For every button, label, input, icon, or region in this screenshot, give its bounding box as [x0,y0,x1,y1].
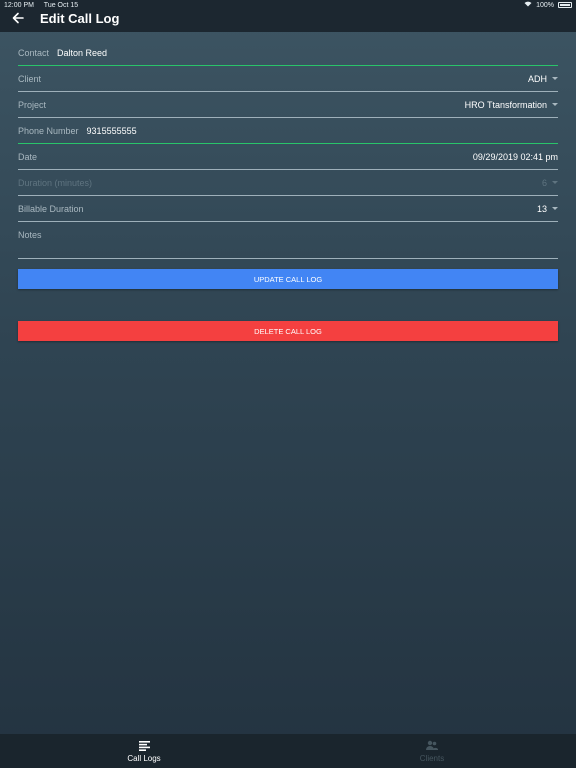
date-label: Date [18,151,38,162]
status-time: 12:00 PM [4,1,34,9]
billable-duration-label: Billable Duration [18,203,84,214]
tab-call-logs[interactable]: Call Logs [0,734,288,768]
list-icon [138,740,150,752]
chevron-down-icon [552,181,558,184]
billable-duration-select[interactable]: Billable Duration 13 [18,196,558,222]
phone-value[interactable]: 9315555555 [87,126,137,136]
battery-percent: 100% [536,1,554,9]
date-value[interactable]: 09/29/2019 02:41 pm [473,152,558,162]
update-call-log-button[interactable]: UPDATE CALL LOG [18,269,558,289]
page-title: Edit Call Log [40,10,120,26]
status-date: Tue Oct 15 [43,1,79,9]
billable-duration-value: 13 [536,203,547,214]
client-value: ADH [527,73,547,84]
project-value-wrap[interactable]: HRO Ttansformation [465,100,558,110]
tab-clients-label: Clients [419,753,445,763]
contact-value[interactable]: Dalton Reed [57,48,107,58]
chevron-down-icon [552,207,558,210]
clients-icon [426,740,438,752]
arrow-left-icon[interactable] [8,8,28,28]
contact-field[interactable]: Contact Dalton Reed [18,40,558,66]
tab-call-logs-label: Call Logs [127,753,161,763]
client-label: Client [18,73,42,84]
tab-clients[interactable]: Clients [288,734,576,768]
status-right: 100% [524,1,572,9]
duration-label: Duration (minutes) [18,177,93,188]
notes-label: Notes [18,230,42,240]
wifi-icon [524,1,532,9]
call-log-form: Contact Dalton Reed Client ADH Project H… [18,40,558,259]
chevron-down-icon [552,77,558,80]
tab-bar: Call Logs Clients [0,734,576,768]
delete-call-log-button[interactable]: DELETE CALL LOG [18,321,558,341]
duration-select: Duration (minutes) 6 [18,170,558,196]
notes-field[interactable]: Notes [18,222,558,259]
project-select[interactable]: Project HRO Ttansformation [18,92,558,118]
contact-label: Contact [18,47,50,58]
duration-value-wrap: 6 [542,178,558,188]
battery-icon [558,2,572,8]
duration-value: 6 [541,177,547,188]
project-value: HRO Ttansformation [464,99,547,110]
billable-duration-value-wrap[interactable]: 13 [537,204,558,214]
date-field[interactable]: Date 09/29/2019 02:41 pm [18,144,558,170]
project-label: Project [18,99,47,110]
phone-field[interactable]: Phone Number 9315555555 [18,118,558,144]
phone-label: Phone Number [18,125,79,136]
client-select[interactable]: Client ADH [18,66,558,92]
chevron-down-icon [552,103,558,106]
status-left: 12:00 PM Tue Oct 15 [4,2,86,9]
status-bar: 12:00 PM Tue Oct 15 100% [0,0,576,10]
client-value-wrap[interactable]: ADH [528,74,558,84]
